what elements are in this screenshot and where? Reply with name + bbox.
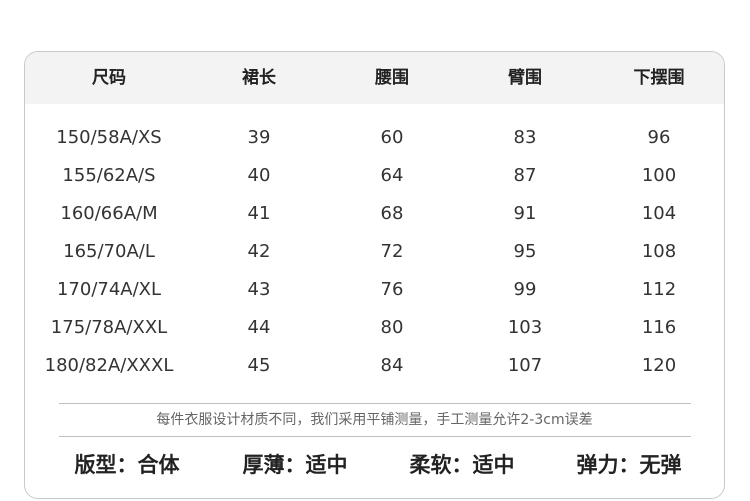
cell-hem: 104 (641, 203, 677, 224)
cell-size: 170/74A/XL (56, 279, 162, 300)
header-skirt-length: 裙长 (242, 68, 276, 88)
property-fit: 版型：合体 (74, 453, 180, 477)
table-row: 165/70A/L 42 72 95 108 (25, 233, 724, 271)
table-row: 175/78A/XXL 44 80 103 116 (25, 309, 724, 347)
property-elasticity: 弹力：无弹 (576, 453, 682, 477)
cell-size: 160/66A/M (60, 203, 158, 224)
cell-size: 180/82A/XXXL (44, 355, 174, 376)
cell-size: 175/78A/XXL (50, 317, 168, 338)
property-thickness: 厚薄：适中 (242, 453, 348, 477)
table-row: 155/62A/S 40 64 87 100 (25, 157, 724, 195)
header-hem: 下摆围 (633, 68, 685, 88)
divider-bottom (59, 436, 691, 437)
header-waist: 腰围 (375, 68, 409, 88)
cell-hem: 108 (641, 241, 677, 262)
property-softness: 柔软：适中 (409, 453, 515, 477)
table-row: 170/74A/XL 43 76 99 112 (25, 271, 724, 309)
table-row: 180/82A/XXXL 45 84 107 120 (25, 347, 724, 385)
cell-hem: 96 (647, 127, 671, 148)
divider-top (59, 403, 691, 404)
header-size: 尺码 (92, 68, 126, 88)
table-header: 尺码 裙长 腰围 臂围 下摆围 (25, 52, 724, 104)
cell-size: 150/58A/XS (56, 127, 162, 148)
cell-size: 165/70A/L (63, 241, 155, 262)
cell-hem: 100 (641, 165, 677, 186)
cell-hem: 116 (641, 317, 677, 338)
size-chart-card: 尺码 裙长 腰围 臂围 下摆围 150/58A/XS 39 60 83 96 1… (24, 51, 725, 499)
cell-hem: 120 (641, 355, 677, 376)
table-row: 160/66A/M 41 68 91 104 (25, 195, 724, 233)
cell-size: 155/62A/S (62, 165, 156, 186)
cell-hem: 112 (641, 279, 677, 300)
measurement-note: 每件衣服设计材质不同，我们采用平铺测量，手工测量允许2-3cm误差 (156, 412, 593, 428)
table-row: 150/58A/XS 39 60 83 96 (25, 119, 724, 157)
header-arm: 臂围 (508, 68, 542, 88)
